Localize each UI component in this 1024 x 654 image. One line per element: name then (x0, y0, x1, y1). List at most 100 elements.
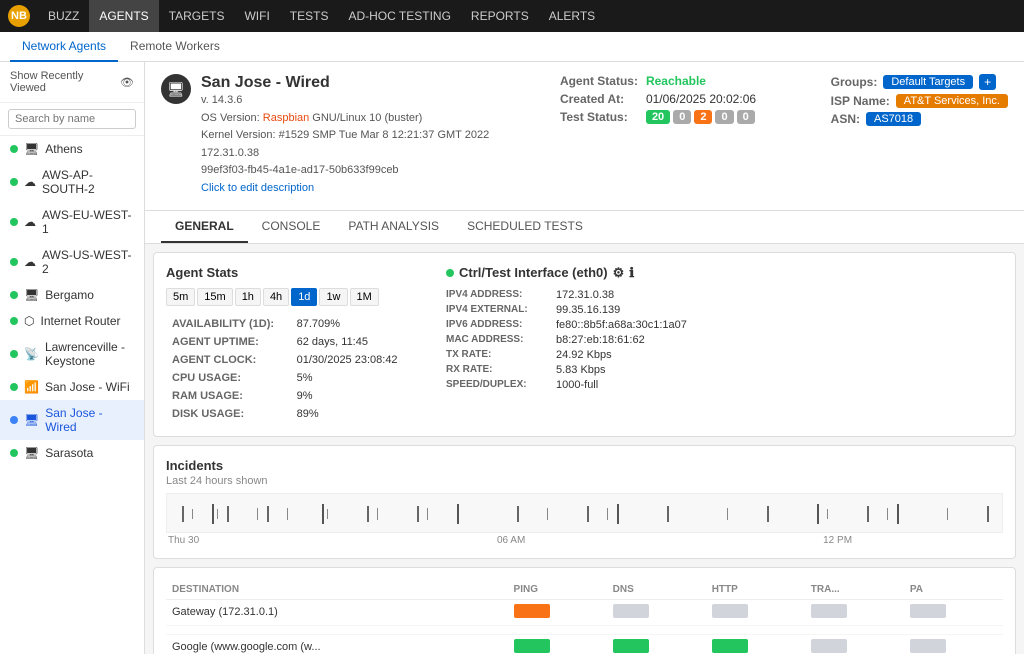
dest-cell-dns (607, 599, 706, 625)
status-dot-sanjose-wired (10, 416, 18, 424)
sidebar-icon-athens: 🖥 (24, 142, 39, 156)
dest-bar-pa (910, 604, 946, 618)
nav-reports[interactable]: REPORTS (461, 0, 539, 32)
isp-tag: AT&T Services, Inc. (896, 94, 1008, 108)
agent-stats-title: Agent Stats (166, 265, 416, 280)
time-btn-1h[interactable]: 1h (235, 288, 261, 306)
agent-version: v. 14.3.6 (201, 92, 489, 110)
iface-value-ipv6: fe80::8b5f:a68a:30c1:1a07 (556, 319, 687, 331)
tab-general[interactable]: GENERAL (161, 211, 248, 243)
time-btn-5m[interactable]: 5m (166, 288, 195, 306)
add-group-button[interactable]: + (979, 74, 996, 90)
dest-cell-pa (904, 634, 1003, 654)
dest-bar-dns (613, 639, 649, 653)
interface-table: IPV4 ADDRESS: 172.31.0.38 IPV4 EXTERNAL:… (446, 289, 1003, 391)
dest-cell-ping (508, 634, 607, 654)
agent-name: San Jose - Wired (201, 74, 489, 92)
iface-value-ipv4ext: 99.35.16.139 (556, 304, 620, 316)
search-input[interactable] (8, 109, 136, 129)
status-dot-aws-eu (10, 218, 18, 226)
col-ping: PING (508, 580, 607, 600)
nav-buzz[interactable]: BUZZ (38, 0, 89, 32)
sidebar-item-sanjose-wired[interactable]: 🖥 San Jose - Wired (0, 400, 144, 440)
stats-label-clock: AGENT CLOCK: (168, 352, 291, 368)
agent-status-label: Agent Status: (560, 74, 640, 88)
iface-row-ipv4: IPV4 ADDRESS: 172.31.0.38 (446, 289, 1003, 301)
stats-label-disk: DISK USAGE: (168, 406, 291, 422)
iface-value-mac: b8:27:eb:18:61:62 (556, 334, 645, 346)
recently-viewed-icon[interactable]: 👁 (120, 76, 134, 89)
stats-label-ram: RAM USAGE: (168, 388, 291, 404)
agent-edit-link[interactable]: Click to edit description (201, 182, 314, 194)
interface-settings-icon[interactable]: ⚙ (613, 265, 625, 281)
agent-hash: 99ef3f03-fb45-4a1e-ad17-50b633f99ceb (201, 162, 489, 180)
badge-green: 20 (646, 110, 670, 124)
nav-wifi[interactable]: WIFI (234, 0, 279, 32)
stats-row-disk: DISK USAGE: 89% (168, 406, 414, 422)
col-destination: DESTINATION (166, 580, 508, 600)
nav-tests[interactable]: TESTS (280, 0, 339, 32)
agent-status-value: Reachable (646, 74, 706, 88)
agent-os-raspberry: Raspbian (263, 112, 309, 124)
agent-ip: 172.31.0.38 (201, 145, 489, 163)
time-btn-1w[interactable]: 1w (319, 288, 347, 306)
interface-status-dot (446, 269, 454, 277)
iface-label-ipv4: IPV4 ADDRESS: (446, 289, 556, 301)
time-btn-1d[interactable]: 1d (291, 288, 317, 306)
destinations-header-row: DESTINATION PING DNS HTTP TRA... PA (166, 580, 1003, 600)
interface-section: Ctrl/Test Interface (eth0) ⚙ ℹ IPV4 ADDR… (446, 265, 1003, 424)
dest-cell-pa (904, 599, 1003, 625)
sidebar-label-athens: Athens (45, 142, 82, 156)
destinations-section: DESTINATION PING DNS HTTP TRA... PA Gate… (153, 567, 1016, 654)
timeline-label-12pm: 12 PM (823, 535, 852, 546)
timeline (166, 493, 1003, 533)
dest-bar-tra (811, 604, 847, 618)
dest-cell-tra (805, 599, 904, 625)
tab-console[interactable]: CONSOLE (248, 211, 335, 243)
time-btn-4h[interactable]: 4h (263, 288, 289, 306)
status-dot-lawrenceville (10, 350, 18, 358)
iface-label-mac: MAC ADDRESS: (446, 334, 556, 346)
dest-cell-ping (508, 599, 607, 625)
time-btn-1m[interactable]: 1M (350, 288, 379, 306)
sidebar-item-aws-us-west-2[interactable]: ☁ AWS-US-WEST-2 (0, 242, 144, 282)
created-at-row: Created At: 01/06/2025 20:02:06 (560, 92, 760, 106)
tab-network-agents[interactable]: Network Agents (10, 32, 118, 62)
nav-agents[interactable]: AGENTS (89, 0, 158, 32)
iface-row-duplex: SPEED/DUPLEX: 1000-full (446, 379, 1003, 391)
created-at-label: Created At: (560, 92, 640, 106)
dest-cell-dns (607, 634, 706, 654)
stats-value-clock: 01/30/2025 23:08:42 (293, 352, 414, 368)
nav-alerts[interactable]: ALERTS (539, 0, 605, 32)
sidebar-item-aws-ap-south-2[interactable]: ☁ AWS-AP-SOUTH-2 (0, 162, 144, 202)
sidebar-icon-sanjose-wired: 🖥 (24, 413, 39, 427)
sidebar-label-sanjose-wifi: San Jose - WiFi (45, 380, 130, 394)
agent-title-section: 🖥 San Jose - Wired v. 14.3.6 OS Version:… (161, 74, 489, 198)
dest-bar-pa (910, 639, 946, 653)
interface-info-icon[interactable]: ℹ (629, 265, 634, 281)
content-tabs: GENERAL CONSOLE PATH ANALYSIS SCHEDULED … (145, 211, 1024, 244)
sidebar-item-sanjose-wifi[interactable]: 📶 San Jose - WiFi (0, 374, 144, 400)
sidebar-item-internet-router[interactable]: ⬡ Internet Router (0, 308, 144, 334)
tab-scheduled-tests[interactable]: SCHEDULED TESTS (453, 211, 597, 243)
sidebar-item-athens[interactable]: 🖥 Athens (0, 136, 144, 162)
sidebar-item-bergamo[interactable]: 🖥 Bergamo (0, 282, 144, 308)
agent-groups-section: Groups: Default Targets + ISP Name: AT&T… (831, 74, 1008, 130)
sidebar-header-label: Show Recently Viewed (10, 70, 115, 94)
iface-label-ipv6: IPV6 ADDRESS: (446, 319, 556, 331)
badge-gray-1: 0 (673, 110, 691, 124)
nav-targets[interactable]: TARGETS (159, 0, 235, 32)
tab-remote-workers[interactable]: Remote Workers (118, 32, 232, 62)
stats-label-uptime: AGENT UPTIME: (168, 334, 291, 350)
sidebar-item-lawrenceville[interactable]: 📡 Lawrenceville - Keystone (0, 334, 144, 374)
status-dot-aws-ap (10, 178, 18, 186)
tab-path-analysis[interactable]: PATH ANALYSIS (334, 211, 453, 243)
iface-row-mac: MAC ADDRESS: b8:27:eb:18:61:62 (446, 334, 1003, 346)
iface-row-txrate: TX RATE: 24.92 Kbps (446, 349, 1003, 361)
stats-label-cpu: CPU USAGE: (168, 370, 291, 386)
sidebar-item-aws-eu-west-1[interactable]: ☁ AWS-EU-WEST-1 (0, 202, 144, 242)
status-dot-sanjose-wifi (10, 383, 18, 391)
sidebar-item-sarasota[interactable]: 🖥 Sarasota (0, 440, 144, 466)
nav-adhoc[interactable]: AD-HOC TESTING (338, 0, 460, 32)
time-btn-15m[interactable]: 15m (197, 288, 232, 306)
